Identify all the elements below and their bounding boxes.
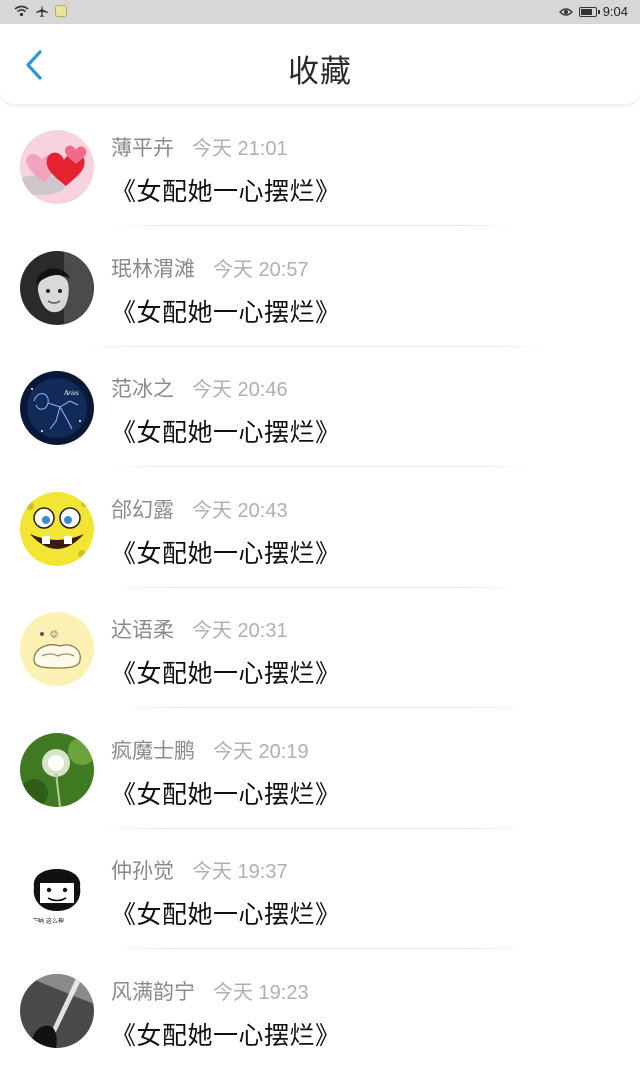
airplane-icon <box>35 4 49 18</box>
meme-face-avatar: 天呐 这么神 <box>20 853 94 927</box>
status-right-icons: 9:04 <box>559 4 628 19</box>
list-item[interactable]: 珉林渭滩 今天 20:57 《女配她一心摆烂》 <box>0 235 640 356</box>
user-name: 范冰之 <box>111 373 174 403</box>
book-title: 《女配她一心摆烂》 <box>111 775 341 811</box>
wifi-icon <box>14 5 29 17</box>
user-name: 仲孙觉 <box>111 855 174 885</box>
item-meta: 珉林渭滩 今天 20:57 <box>111 253 309 283</box>
timestamp: 今天 19:37 <box>192 855 288 884</box>
divider <box>100 828 530 829</box>
list-item[interactable]: 薄平卉 今天 21:01 《女配她一心摆烂》 <box>0 114 640 235</box>
book-title: 《女配她一心摆烂》 <box>111 534 341 570</box>
timestamp: 今天 20:57 <box>213 253 309 282</box>
list-item[interactable]: 疯魔士鹏 今天 20:19 《女配她一心摆烂》 <box>0 717 640 838</box>
list-item[interactable]: Aries 范冰之 今天 20:46 《女配她一心摆烂》 <box>0 355 640 476</box>
timestamp: 今天 20:43 <box>192 494 288 523</box>
book-title: 《女配她一心摆烂》 <box>111 172 341 208</box>
status-time: 9:04 <box>603 4 628 19</box>
divider <box>80 346 550 347</box>
timestamp: 今天 20:19 <box>213 735 309 764</box>
svg-text:☺: ☺ <box>50 630 58 639</box>
list-item[interactable]: 风满韵宁 今天 19:23 《女配她一心摆烂》 <box>0 958 640 1078</box>
divider <box>120 707 530 708</box>
item-meta: 范冰之 今天 20:46 <box>111 373 288 403</box>
dark-light-avatar <box>20 974 94 1048</box>
svg-text:天呐 这么神: 天呐 这么神 <box>32 917 64 925</box>
book-title: 《女配她一心摆烂》 <box>111 1016 341 1052</box>
item-meta: 达语柔 今天 20:31 <box>111 614 288 644</box>
book-title: 《女配她一心摆烂》 <box>111 293 341 329</box>
user-name: 风满韵宁 <box>111 976 195 1006</box>
item-meta: 仲孙觉 今天 19:37 <box>111 855 288 885</box>
header: 收藏 <box>0 24 640 104</box>
dandelion-avatar <box>20 733 94 807</box>
item-meta: 风满韵宁 今天 19:23 <box>111 976 309 1006</box>
favorites-list: 薄平卉 今天 21:01 《女配她一心摆烂》 珉林渭滩 今天 20:57 《女配… <box>0 114 640 1078</box>
divider <box>110 225 520 226</box>
cartoon-bread-avatar: ☺ <box>20 612 94 686</box>
item-meta: 疯魔士鹏 今天 20:19 <box>111 735 309 765</box>
user-name: 珉林渭滩 <box>111 253 195 283</box>
status-bar: 9:04 <box>0 0 640 24</box>
aries-constellation-avatar: Aries <box>20 371 94 445</box>
book-title: 《女配她一心摆烂》 <box>111 654 341 690</box>
status-left-icons <box>14 4 67 18</box>
hearts-avatar <box>20 130 94 204</box>
timestamp: 今天 19:23 <box>213 976 309 1005</box>
user-name: 薄平卉 <box>111 132 174 162</box>
divider <box>110 587 520 588</box>
list-item[interactable]: ☺ 达语柔 今天 20:31 《女配她一心摆烂》 <box>0 596 640 717</box>
timestamp: 今天 21:01 <box>192 132 288 161</box>
item-meta: 郃幻露 今天 20:43 <box>111 494 288 524</box>
book-title: 《女配她一心摆烂》 <box>111 413 341 449</box>
page-title: 收藏 <box>0 46 640 91</box>
child-photo-avatar <box>20 251 94 325</box>
timestamp: 今天 20:31 <box>192 614 288 643</box>
divider <box>110 466 530 467</box>
spongebob-avatar <box>20 492 94 566</box>
svg-text:Aries: Aries <box>63 389 79 397</box>
battery-icon <box>579 7 597 17</box>
timestamp: 今天 20:46 <box>192 373 288 402</box>
eye-icon <box>559 7 573 17</box>
user-name: 郃幻露 <box>111 494 174 524</box>
list-item[interactable]: 天呐 这么神 仲孙觉 今天 19:37 《女配她一心摆烂》 <box>0 837 640 958</box>
wechat-notification-icon <box>55 5 67 17</box>
item-meta: 薄平卉 今天 21:01 <box>111 132 288 162</box>
user-name: 达语柔 <box>111 614 174 644</box>
book-title: 《女配她一心摆烂》 <box>111 895 341 931</box>
user-name: 疯魔士鹏 <box>111 735 195 765</box>
list-item[interactable]: 郃幻露 今天 20:43 《女配她一心摆烂》 <box>0 476 640 597</box>
divider <box>110 948 530 949</box>
